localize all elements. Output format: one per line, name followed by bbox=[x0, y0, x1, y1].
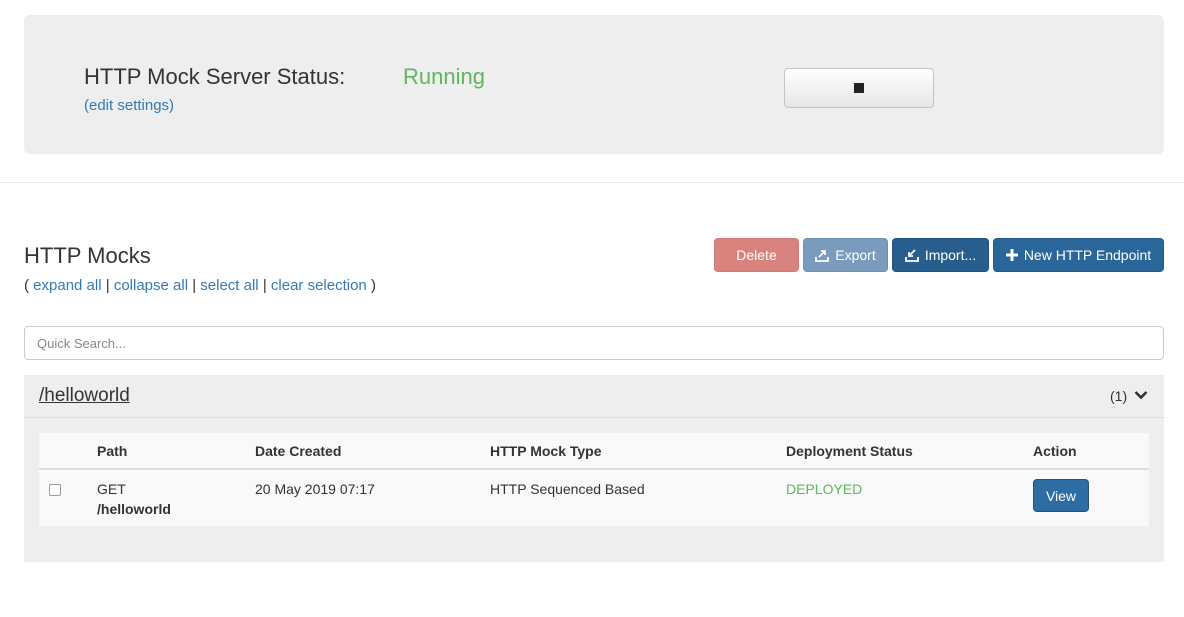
column-header-date-created: Date Created bbox=[255, 443, 342, 459]
chevron-down-icon[interactable] bbox=[1134, 388, 1148, 406]
delete-button-label: Delete bbox=[736, 247, 777, 263]
column-header-mock-type: HTTP Mock Type bbox=[490, 443, 602, 459]
column-header-deployment-status: Deployment Status bbox=[786, 443, 913, 459]
stop-icon bbox=[854, 83, 864, 93]
mock-group-title[interactable]: /helloworld bbox=[39, 385, 130, 407]
import-button[interactable]: Import... bbox=[892, 238, 989, 272]
view-button[interactable]: View bbox=[1033, 479, 1089, 512]
export-icon bbox=[815, 249, 830, 262]
edit-settings-link[interactable]: (edit settings) bbox=[84, 97, 174, 114]
select-all-link[interactable]: select all bbox=[200, 277, 258, 294]
server-status-value: Running bbox=[403, 64, 485, 89]
import-button-label: Import... bbox=[924, 247, 977, 263]
row-date-created: 20 May 2019 07:17 bbox=[255, 481, 375, 497]
server-status-label: HTTP Mock Server Status: bbox=[84, 64, 346, 89]
plus-icon bbox=[1005, 249, 1018, 261]
mock-group-panel: /helloworld (1) Path Date Created HTTP M… bbox=[24, 375, 1164, 562]
mock-group-count: (1) bbox=[1110, 388, 1128, 404]
link-separator: | bbox=[105, 277, 110, 294]
expand-all-link[interactable]: expand all bbox=[33, 277, 101, 294]
row-path: /helloworld bbox=[97, 501, 171, 517]
page-title: HTTP Mocks bbox=[24, 243, 151, 268]
mock-group-header[interactable]: /helloworld (1) bbox=[24, 375, 1164, 418]
mocks-table: Path Date Created HTTP Mock Type Deploym… bbox=[39, 433, 1149, 526]
link-separator: | bbox=[192, 277, 197, 294]
import-icon bbox=[904, 248, 919, 262]
export-button[interactable]: Export bbox=[803, 238, 888, 272]
collapse-all-link[interactable]: collapse all bbox=[114, 277, 188, 294]
new-http-endpoint-label: New HTTP Endpoint bbox=[1023, 247, 1152, 263]
link-separator: | bbox=[262, 277, 267, 294]
open-paren: ( bbox=[24, 277, 29, 294]
column-header-path: Path bbox=[97, 443, 128, 459]
view-button-label: View bbox=[1045, 487, 1077, 504]
export-button-label: Export bbox=[835, 247, 876, 263]
section-divider bbox=[0, 182, 1184, 183]
row-method: GET bbox=[97, 481, 126, 497]
quick-search-input[interactable] bbox=[24, 326, 1164, 360]
table-header: Path Date Created HTTP Mock Type Deploym… bbox=[39, 433, 1149, 470]
new-http-endpoint-button[interactable]: New HTTP Endpoint bbox=[993, 238, 1164, 272]
row-deployment-status: DEPLOYED bbox=[786, 481, 863, 497]
clear-selection-link[interactable]: clear selection bbox=[271, 277, 367, 294]
row-select-checkbox[interactable] bbox=[49, 484, 61, 496]
row-mock-type: HTTP Sequenced Based bbox=[490, 481, 645, 497]
close-paren: ) bbox=[370, 277, 376, 294]
delete-button[interactable]: Delete bbox=[714, 238, 799, 272]
stop-server-button[interactable] bbox=[784, 68, 934, 108]
server-status-panel: HTTP Mock Server Status: Running (edit s… bbox=[24, 15, 1164, 154]
column-header-action: Action bbox=[1033, 443, 1077, 459]
bulk-action-links: ( expand all | collapse all | select all… bbox=[24, 277, 376, 294]
